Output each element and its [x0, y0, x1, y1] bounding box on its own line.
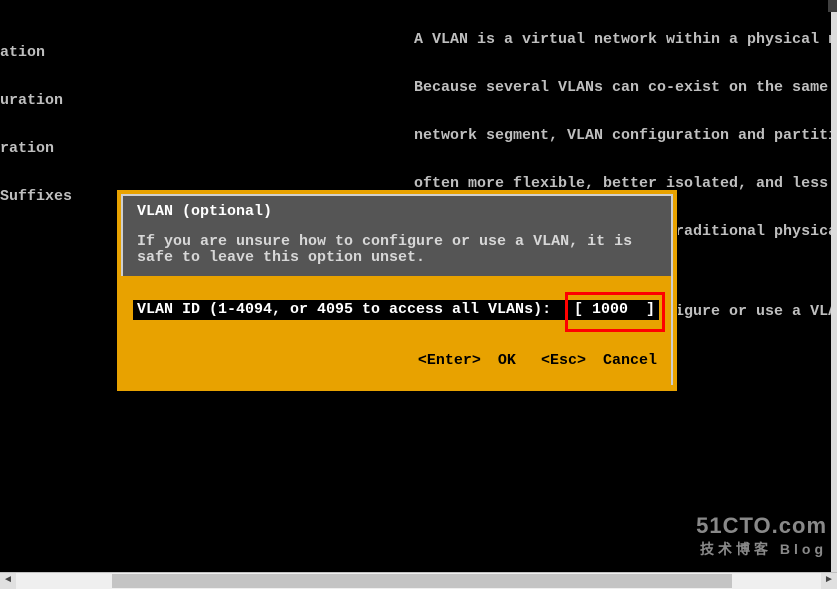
desc-line: A VLAN is a virtual network within a phy…	[414, 32, 837, 48]
desc-line: network segment, VLAN configuration and …	[414, 128, 837, 144]
watermark-top: 51CTO.com	[696, 513, 827, 539]
esc-key-label: <Esc>	[541, 352, 586, 369]
ok-label: OK	[498, 352, 516, 369]
sidebar-fragment: ation uration ration Suffixes	[0, 13, 72, 237]
sidebar-line: ation	[0, 45, 72, 61]
console-screen: ation uration ration Suffixes A VLAN is …	[0, 0, 837, 573]
cancel-label: Cancel	[603, 352, 657, 369]
sidebar-line: Suffixes	[0, 189, 72, 205]
scroll-track[interactable]	[16, 573, 821, 589]
dialog-header: VLAN (optional) If you are unsure how to…	[121, 194, 673, 276]
dialog-title: VLAN (optional)	[137, 204, 657, 220]
dialog-body: VLAN ID (1-4094, or 4095 to access all V…	[121, 276, 673, 326]
dialog-footer: <Enter> OK <Esc> Cancel	[121, 326, 673, 379]
ok-button[interactable]: <Enter> OK	[410, 352, 516, 369]
scroll-left-button[interactable]: ◄	[0, 573, 16, 589]
vlan-id-value: 1000	[592, 301, 628, 318]
enter-key-label: <Enter>	[418, 352, 481, 369]
vlan-dialog: VLAN (optional) If you are unsure how to…	[117, 190, 677, 391]
vertical-scrollbar[interactable]	[831, 0, 837, 573]
sidebar-line: uration	[0, 93, 72, 109]
vlan-id-input[interactable]: [ 1000 ]	[574, 300, 655, 320]
watermark: 51CTO.com 技术博客 Blog	[696, 513, 827, 559]
desc-line: Because several VLANs can co-exist on th…	[414, 80, 837, 96]
vlan-id-prompt: VLAN ID (1-4094, or 4095 to access all V…	[137, 300, 551, 320]
scroll-right-button[interactable]: ►	[821, 573, 837, 589]
vlan-id-field-row: VLAN ID (1-4094, or 4095 to access all V…	[133, 300, 659, 320]
vertical-scroll-thumb[interactable]	[828, 0, 837, 12]
horizontal-scroll-thumb[interactable]	[112, 574, 732, 588]
dialog-hint: If you are unsure how to configure or us…	[137, 234, 657, 266]
cancel-button[interactable]: <Esc> Cancel	[533, 352, 657, 369]
sidebar-line: ration	[0, 141, 72, 157]
dialog-bottom-edge	[121, 379, 673, 385]
horizontal-scrollbar[interactable]: ◄ ►	[0, 572, 837, 589]
watermark-bottom: 技术博客 Blog	[696, 539, 827, 559]
